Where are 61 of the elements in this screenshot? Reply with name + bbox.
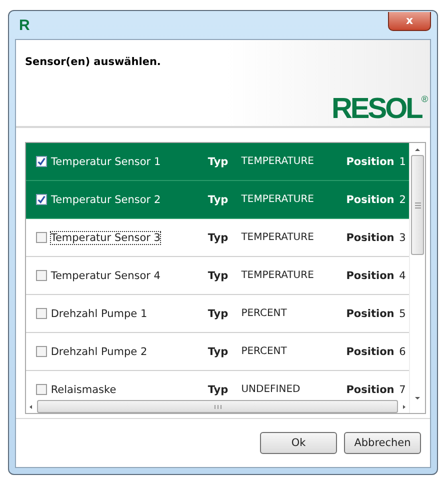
type-label: Typ — [208, 194, 230, 206]
app-logo: R — [19, 16, 30, 34]
sensor-row[interactable]: Temperatur Sensor 2 Typ TEMPERATURE Position 2 — [26, 181, 409, 219]
sensor-row[interactable]: Drehzahl Pumpe 1 Typ PERCENT Position 5 — [26, 295, 409, 333]
position-label: Position — [346, 346, 396, 358]
checkbox[interactable] — [36, 308, 47, 319]
scroll-up-icon[interactable] — [414, 147, 421, 153]
type-value: PERCENT — [241, 308, 288, 319]
sensor-name: Drehzahl Pumpe 2 — [50, 344, 148, 358]
type-label: Typ — [208, 156, 230, 168]
position-value: 1 — [399, 156, 407, 168]
checkbox[interactable] — [36, 232, 47, 243]
type-value: UNDEFINED — [241, 384, 302, 395]
type-value: TEMPERATURE — [241, 232, 315, 243]
checkbox[interactable] — [36, 194, 47, 205]
type-label: Typ — [208, 232, 230, 244]
sensor-name: Temperatur Sensor 3 — [50, 230, 162, 244]
checkbox[interactable] — [36, 384, 47, 395]
type-value: PERCENT — [241, 346, 288, 357]
vertical-scrollbar[interactable] — [409, 143, 425, 413]
checkbox[interactable] — [36, 346, 47, 357]
scroll-down-icon[interactable] — [414, 395, 421, 401]
sensor-row[interactable]: Drehzahl Pumpe 2 Typ PERCENT Position 6 — [26, 333, 409, 371]
sensor-row[interactable]: Temperatur Sensor 1 Typ TEMPERATURE Position 1 — [26, 143, 409, 181]
dialog-button[interactable]: Ok — [260, 432, 337, 454]
registered-mark: ® — [421, 94, 428, 104]
position-label: Position — [346, 384, 396, 396]
checkbox[interactable] — [36, 156, 47, 167]
type-value: TEMPERATURE — [241, 270, 315, 281]
sensor-name: Temperatur Sensor 1 — [50, 154, 162, 168]
type-value: TEMPERATURE — [241, 156, 315, 167]
position-label: Position — [346, 308, 396, 320]
position-value: 5 — [399, 308, 407, 320]
dialog-button[interactable]: Abbrechen — [344, 432, 421, 454]
sensor-name: Temperatur Sensor 2 — [50, 192, 162, 206]
position-label: Position — [346, 194, 396, 206]
sensor-name: Relaismaske — [50, 382, 118, 396]
brand-logo: RESOL — [331, 94, 422, 124]
sensor-name: Temperatur Sensor 4 — [50, 268, 162, 282]
type-label: Typ — [208, 346, 230, 358]
position-value: 3 — [399, 232, 407, 244]
position-value: 7 — [399, 384, 407, 396]
position-label: Position — [346, 232, 396, 244]
checkbox[interactable] — [36, 270, 47, 281]
instruction-text: Sensor(en) auswählen. — [25, 56, 161, 68]
grip-icon — [214, 404, 222, 410]
position-value: 4 — [399, 270, 407, 282]
sensor-row[interactable]: Temperatur Sensor 3 Typ TEMPERATURE Position 3 — [26, 219, 409, 257]
type-label: Typ — [208, 270, 230, 282]
type-value: TEMPERATURE — [241, 194, 315, 205]
scroll-left-icon[interactable] — [28, 404, 34, 410]
type-label: Typ — [208, 308, 230, 320]
position-value: 2 — [399, 194, 407, 206]
scroll-right-icon[interactable] — [401, 404, 407, 410]
position-value: 6 — [399, 346, 407, 358]
sensor-name: Drehzahl Pumpe 1 — [50, 306, 148, 320]
position-label: Position — [346, 156, 396, 168]
type-label: Typ — [208, 384, 230, 396]
sensor-row[interactable]: Temperatur Sensor 4 Typ TEMPERATURE Position 4 — [26, 257, 409, 295]
position-label: Position — [346, 270, 396, 282]
grip-icon — [414, 202, 420, 208]
